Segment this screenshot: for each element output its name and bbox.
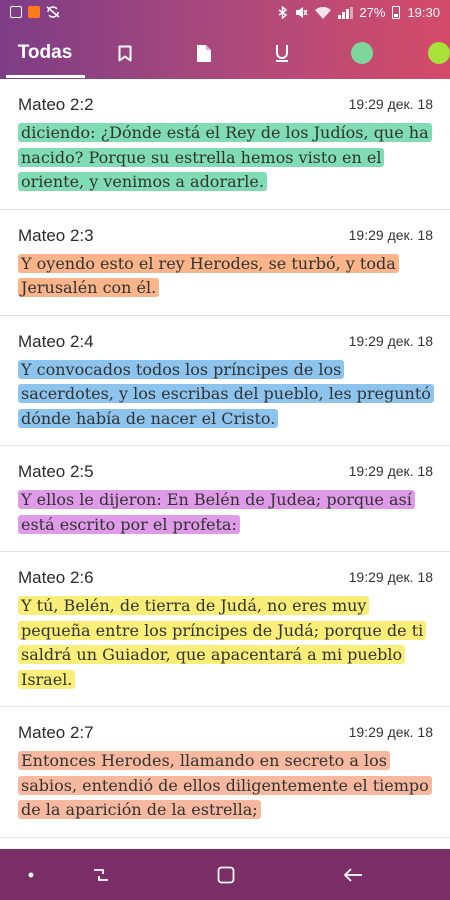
green-circle-icon <box>351 42 373 64</box>
sync-off-icon <box>46 6 60 18</box>
system-nav-bar <box>0 849 450 900</box>
status-time: 19:30 <box>407 5 440 20</box>
nav-recents-button[interactable] <box>76 849 126 900</box>
verse-text-block: Y ellos le dijeron: En Belén de Judea; p… <box>18 488 432 537</box>
verse-timestamp: 19:29 дек. 18 <box>348 96 433 112</box>
nav-dot-button[interactable] <box>6 849 56 900</box>
home-icon <box>217 866 235 883</box>
verse-item[interactable]: Mateo 2:819:29 дек. 18 <box>0 838 450 850</box>
verse-item[interactable]: Mateo 2:5 19:29 дек. 18 Y ellos le dijeron… <box>0 446 450 552</box>
tab-underlines[interactable] <box>268 30 296 76</box>
tab-todas-label: Todas <box>17 42 73 63</box>
image-icon <box>10 6 22 18</box>
verse-item[interactable]: Mateo 2:2 19:29 дек. 18 diciendo: ¿Dónde e… <box>0 79 450 210</box>
document-icon <box>197 44 211 62</box>
app-header: 27% 19:30 Todas <box>0 0 450 79</box>
verse-item[interactable]: Mateo 2:7 19:29 дек. 18 Entonces Herodes, … <box>0 707 450 838</box>
recents-icon <box>94 868 108 881</box>
nav-home-button[interactable] <box>201 849 251 900</box>
highlighted-verse-text: Y convocados todos los príncipes de los … <box>18 359 434 428</box>
dot-icon <box>28 872 34 877</box>
verse-text-block: Y tú, Belén, de tierra de Judá, no eres … <box>18 594 432 692</box>
underline-icon <box>276 44 288 62</box>
wifi-icon <box>315 6 332 19</box>
verse-timestamp: 19:29 дек. 18 <box>348 569 433 585</box>
bookmark-icon <box>118 45 132 61</box>
verse-text-block: Y oyendo esto el rey Herodes, se turbó, … <box>18 252 432 301</box>
active-tab-indicator <box>6 75 85 78</box>
battery-icon <box>392 6 401 19</box>
verse-text-block: Y convocados todos los príncipes de los … <box>18 358 434 432</box>
nav-back-button[interactable] <box>328 849 378 900</box>
highlighted-verse-text: Y oyendo esto el rey Herodes, se turbó, … <box>18 253 399 297</box>
signal-icon <box>338 6 354 19</box>
tab-bookmarks[interactable] <box>111 30 139 76</box>
verse-timestamp: 19:29 дек. 18 <box>348 226 433 243</box>
tab-notes[interactable] <box>190 30 218 76</box>
tab-lime-highlights[interactable] <box>424 30 450 76</box>
bluetooth-icon <box>279 6 288 19</box>
highlighted-verse-text: diciendo: ¿Dónde está el Rey de los Judí… <box>18 123 432 191</box>
verse-timestamp: 19:29 дек. 18 <box>348 332 433 349</box>
verse-list[interactable]: Mateo 2:2 19:29 дек. 18 diciendo: ¿Dónde e… <box>0 79 450 849</box>
verse-item[interactable]: Mateo 2:4 19:29 дек. 18 Y convocados todos… <box>0 316 450 446</box>
verse-timestamp: 19:29 дек. 18 <box>348 463 433 479</box>
mute-icon <box>296 7 308 18</box>
tab-todas[interactable]: Todas <box>10 30 80 76</box>
tab-bar: Todas <box>0 30 450 79</box>
status-bar: 27% 19:30 <box>0 0 450 28</box>
tab-green-highlights[interactable] <box>347 30 377 76</box>
highlighted-verse-text: Y tú, Belén, de tierra de Judá, no eres … <box>18 596 427 689</box>
highlighted-verse-text: Entonces Herodes, llamando en secreto a … <box>18 751 432 819</box>
back-icon <box>343 867 362 882</box>
highlighted-verse-text: Y ellos le dijeron: En Belén de Judea; p… <box>18 490 415 534</box>
lime-circle-icon <box>428 42 450 64</box>
verse-text-block: diciendo: ¿Dónde está el Rey de los Judí… <box>18 121 432 195</box>
verse-text-block: Entonces Herodes, llamando en secreto a … <box>18 749 432 823</box>
verse-timestamp: 19:29 дек. 18 <box>348 724 433 740</box>
verse-item[interactable]: Mateo 2:3 19:29 дек. 18 Y oyendo esto el r… <box>0 210 450 316</box>
app-icon <box>28 6 40 18</box>
battery-percent: 27% <box>359 5 386 20</box>
verse-item[interactable]: Mateo 2:6 19:29 дек. 18 Y tú, Belén, de ti… <box>0 552 450 707</box>
